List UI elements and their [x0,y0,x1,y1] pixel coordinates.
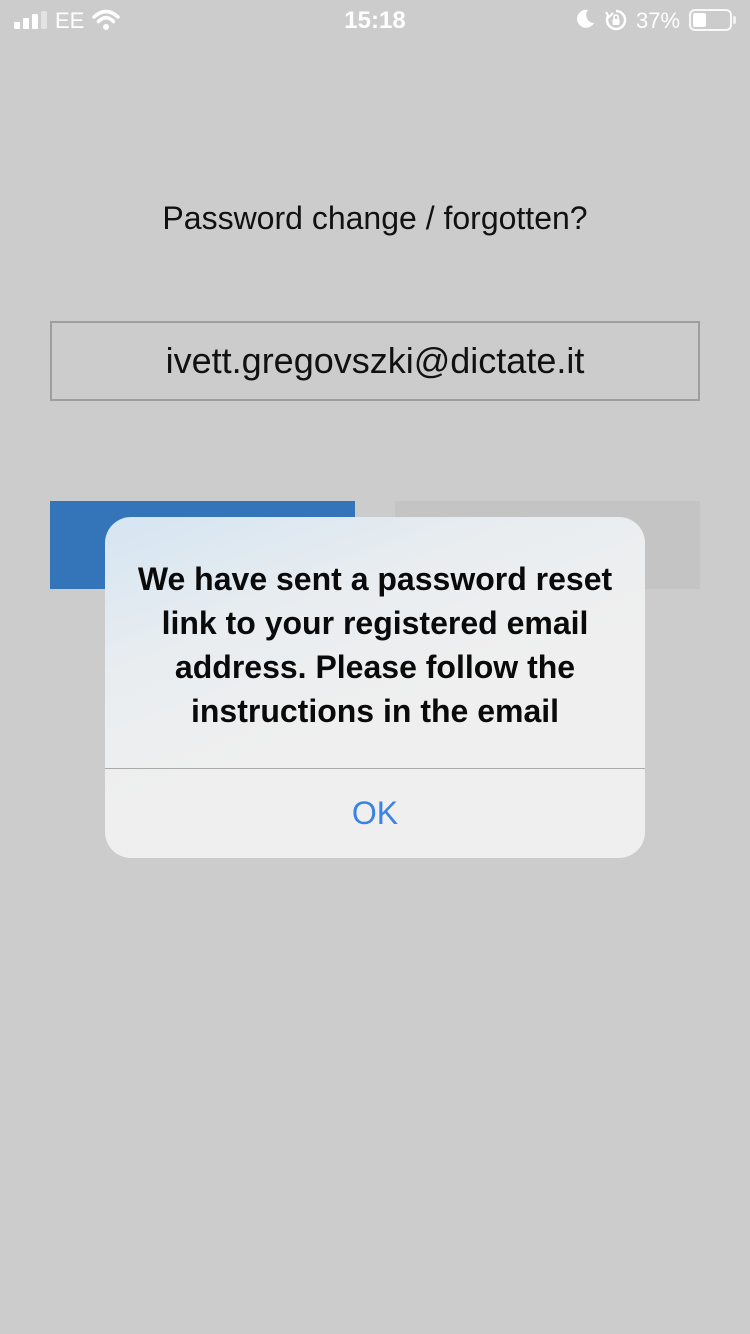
status-bar: EE 15:18 37% [0,0,750,40]
email-input[interactable] [52,323,698,399]
alert-message: We have sent a password reset link to yo… [137,561,613,729]
battery-percent: 37% [636,8,681,33]
alert-dialog: We have sent a password reset link to yo… [105,517,645,858]
orientation-lock-icon [605,9,627,31]
page-title: Password change / forgotten? [162,200,588,236]
battery-icon [689,9,736,31]
email-field[interactable] [50,321,700,401]
ok-button[interactable]: OK [105,769,645,858]
moon-icon [577,9,594,28]
